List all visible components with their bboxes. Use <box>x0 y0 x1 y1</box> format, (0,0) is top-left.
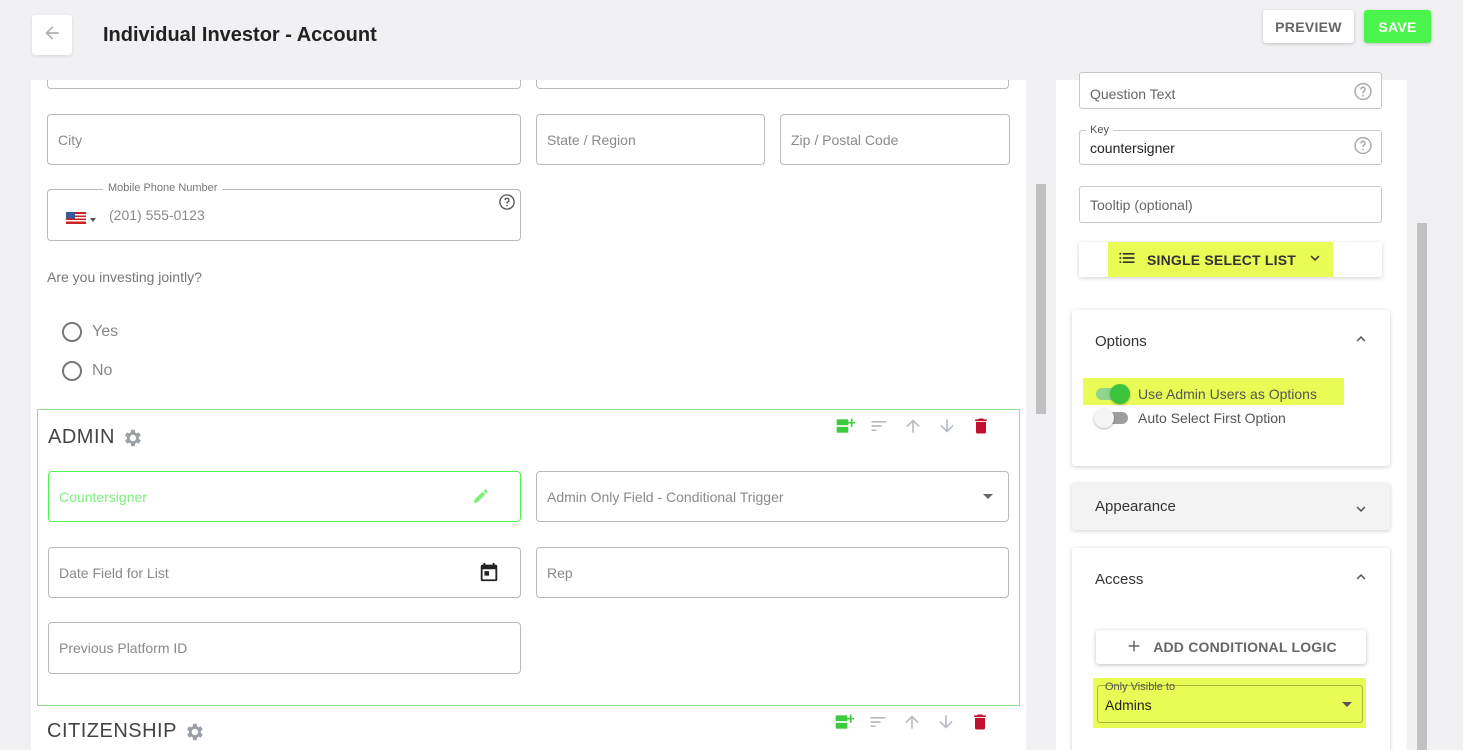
section-toolbar <box>833 711 991 733</box>
access-title[interactable]: Access <box>1095 571 1143 588</box>
zip-placeholder: Zip / Postal Code <box>791 131 899 148</box>
phone-placeholder: (201) 555-0123 <box>109 207 205 223</box>
arrow-down-icon[interactable] <box>936 415 958 437</box>
date-field-placeholder: Date Field for List <box>59 564 169 581</box>
radio-circle <box>62 361 82 381</box>
question-text-field[interactable]: Question Text <box>1079 72 1382 109</box>
radio-yes[interactable]: Yes <box>62 322 118 342</box>
key-value: countersigner <box>1090 139 1175 156</box>
joint-question: Are you investing jointly? <box>47 269 202 285</box>
caret-down-icon <box>90 218 96 222</box>
only-visible-to-value: Admins <box>1105 697 1152 713</box>
conditional-trigger-field[interactable]: Admin Only Field - Conditional Trigger <box>536 471 1009 522</box>
use-admin-users-toggle[interactable] <box>1094 384 1130 404</box>
calendar-icon[interactable] <box>478 561 500 588</box>
page-title: Individual Investor - Account <box>103 24 377 46</box>
appearance-title: Appearance <box>1095 498 1176 515</box>
section-title-citizenship: CITIZENSHIP <box>47 720 205 743</box>
countersigner-field[interactable]: Countersigner <box>48 471 521 522</box>
arrow-left-icon <box>42 23 62 48</box>
options-title[interactable]: Options <box>1095 333 1147 350</box>
only-visible-to-select[interactable]: Only Visible to Admins <box>1093 678 1366 728</box>
us-flag-icon <box>66 211 86 229</box>
only-visible-to-label: Only Visible to <box>1105 681 1176 693</box>
chevron-up-icon[interactable] <box>1352 568 1370 591</box>
citizenship-title-text: CITIZENSHIP <box>47 720 177 742</box>
tooltip-field[interactable]: Tooltip (optional) <box>1079 186 1382 223</box>
radio-yes-label: Yes <box>92 323 119 340</box>
form-scrollbar[interactable] <box>1036 184 1046 414</box>
gear-icon[interactable] <box>121 427 143 449</box>
radio-circle <box>62 322 82 342</box>
delete-icon[interactable] <box>970 415 992 437</box>
help-icon[interactable] <box>1353 82 1373 107</box>
arrow-up-icon[interactable] <box>901 711 923 733</box>
caret-down-icon <box>1342 702 1352 707</box>
form-canvas: City State / Region Zip / Postal Code Mo… <box>31 80 1026 750</box>
help-icon[interactable] <box>498 193 516 216</box>
city-field[interactable]: City <box>47 114 521 165</box>
list-icon <box>1117 248 1137 271</box>
arrow-down-icon[interactable] <box>935 711 957 733</box>
add-conditional-logic-button[interactable]: ADD CONDITIONAL LOGIC <box>1096 630 1366 664</box>
rep-placeholder: Rep <box>547 564 573 581</box>
caret-down-icon <box>983 494 993 499</box>
options-card: Options Use Admin Users as Options Auto … <box>1072 310 1390 466</box>
plus-icon <box>1125 637 1143 658</box>
rep-field[interactable]: Rep <box>536 547 1009 598</box>
chevron-down-icon[interactable] <box>1352 500 1370 523</box>
auto-select-first-toggle[interactable] <box>1094 408 1130 428</box>
help-icon[interactable] <box>1353 135 1373 160</box>
tooltip-placeholder: Tooltip (optional) <box>1090 196 1193 213</box>
address-field-partial[interactable] <box>47 80 521 89</box>
section-toolbar <box>834 415 992 437</box>
key-field[interactable]: Key countersigner <box>1079 124 1382 165</box>
state-field[interactable]: State / Region <box>536 114 765 165</box>
arrow-up-icon[interactable] <box>902 415 924 437</box>
state-placeholder: State / Region <box>547 131 636 148</box>
add-field-icon[interactable] <box>834 415 856 437</box>
admin-section[interactable]: ADMIN Countersigner Admin Only Field - C… <box>37 409 1020 706</box>
appearance-card[interactable]: Appearance <box>1072 483 1390 530</box>
radio-no[interactable]: No <box>62 361 112 381</box>
use-admin-users-label: Use Admin Users as Options <box>1138 386 1317 402</box>
delete-icon[interactable] <box>969 711 991 733</box>
section-title-admin: ADMIN <box>48 426 143 449</box>
question-text-placeholder: Question Text <box>1090 86 1176 102</box>
conditional-trigger-placeholder: Admin Only Field - Conditional Trigger <box>547 488 784 505</box>
chevron-up-icon[interactable] <box>1352 330 1370 353</box>
admin-title-text: ADMIN <box>48 426 115 448</box>
key-label: Key <box>1086 124 1113 136</box>
previous-platform-id-field[interactable]: Previous Platform ID <box>48 622 521 674</box>
mobile-phone-label: Mobile Phone Number <box>103 182 223 194</box>
preview-button[interactable]: PREVIEW <box>1263 10 1354 43</box>
address2-field-partial[interactable] <box>536 80 1009 89</box>
zip-field[interactable]: Zip / Postal Code <box>780 114 1010 165</box>
radio-no-label: No <box>92 362 113 379</box>
countersigner-placeholder: Countersigner <box>59 488 147 505</box>
gear-icon[interactable] <box>183 721 205 743</box>
sort-icon[interactable] <box>867 711 889 733</box>
country-select[interactable] <box>66 211 96 229</box>
auto-select-first-label: Auto Select First Option <box>1138 410 1286 426</box>
mobile-phone-field[interactable]: Mobile Phone Number (201) 555-0123 <box>47 182 521 241</box>
add-field-icon[interactable] <box>833 711 855 733</box>
use-admin-users-toggle-row[interactable]: Use Admin Users as Options <box>1094 384 1317 404</box>
previous-platform-id-placeholder: Previous Platform ID <box>59 640 188 656</box>
sort-icon[interactable] <box>868 415 890 437</box>
back-button[interactable] <box>32 15 72 55</box>
auto-select-first-toggle-row[interactable]: Auto Select First Option <box>1094 408 1286 428</box>
top-bar: Individual Investor - Account PREVIEW SA… <box>0 0 1463 80</box>
city-placeholder: City <box>58 131 83 148</box>
date-field[interactable]: Date Field for List <box>48 547 521 598</box>
field-type-button[interactable]: SINGLE SELECT LIST <box>1079 242 1382 277</box>
add-conditional-logic-label: ADD CONDITIONAL LOGIC <box>1153 639 1337 655</box>
save-button[interactable]: SAVE <box>1364 10 1431 43</box>
chevron-down-icon <box>1306 249 1324 270</box>
pencil-icon[interactable] <box>472 487 490 510</box>
settings-scrollbar[interactable] <box>1417 223 1427 750</box>
field-type-label: SINGLE SELECT LIST <box>1146 251 1297 268</box>
